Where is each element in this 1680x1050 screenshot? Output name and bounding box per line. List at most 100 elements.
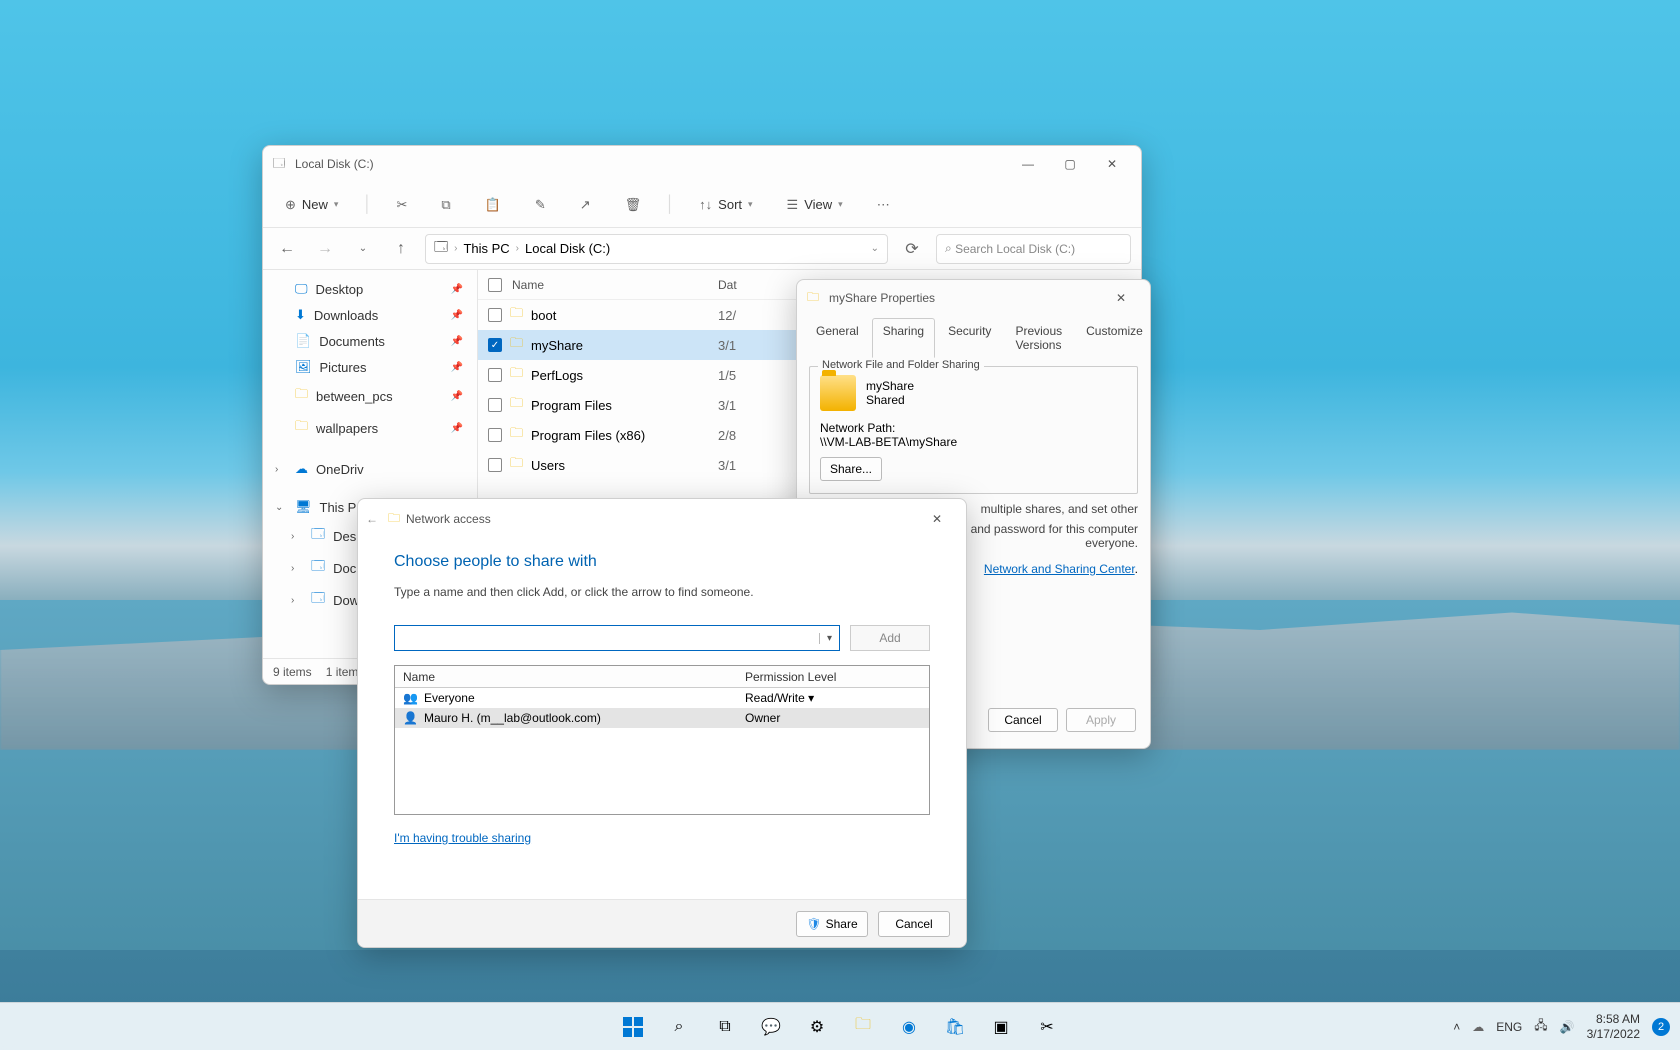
name-combobox[interactable]: ▾ <box>394 625 840 651</box>
windows-icon <box>623 1017 643 1037</box>
folder-icon: 🗔 <box>311 525 325 547</box>
cancel-button[interactable]: Cancel <box>878 911 950 937</box>
delete-button[interactable]: 🗑 <box>615 192 652 218</box>
share-status: Shared <box>866 393 914 407</box>
sidebar-item-downloads[interactable]: ⬇Downloads📌 <box>269 302 471 328</box>
pin-icon: 📌 <box>451 391 463 402</box>
pin-icon: 📌 <box>451 362 463 373</box>
taskbar-app-store[interactable]: 🛍 <box>935 1007 975 1047</box>
chevron-right-icon: › <box>454 243 457 254</box>
help-link[interactable]: I'm having trouble sharing <box>394 831 531 845</box>
more-button[interactable]: ⋯ <box>867 192 900 218</box>
breadcrumb-item[interactable]: This PC <box>463 241 509 256</box>
tab-sharing[interactable]: Sharing <box>872 318 935 358</box>
back-button[interactable]: ← <box>366 512 378 526</box>
row-checkbox[interactable]: ✓ <box>488 338 502 352</box>
pin-icon: 📌 <box>451 310 463 321</box>
tab-previous-versions[interactable]: Previous Versions <box>1004 318 1073 358</box>
row-checkbox[interactable] <box>488 458 502 472</box>
notification-badge[interactable]: 2 <box>1652 1018 1670 1036</box>
copy-button[interactable]: ⧉ <box>431 192 460 218</box>
chevron-right-icon: › <box>291 563 294 574</box>
folder-icon: 🗀 <box>510 364 523 386</box>
rename-button[interactable]: ✎ <box>525 192 556 218</box>
shield-icon: 🛡 <box>806 917 821 931</box>
chevron-down-icon[interactable]: ▾ <box>819 633 839 644</box>
taskbar-app-settings[interactable]: ⚙ <box>797 1007 837 1047</box>
row-checkbox[interactable] <box>488 398 502 412</box>
onedrive-icon[interactable]: ☁ <box>1472 1020 1484 1034</box>
cloud-icon: ☁ <box>295 461 308 477</box>
tab-security[interactable]: Security <box>937 318 1002 358</box>
list-row[interactable]: 👤Mauro H. (m__lab@outlook.com)Owner <box>395 708 929 728</box>
volume-icon[interactable]: 🔊 <box>1560 1020 1575 1034</box>
close-button[interactable]: ✕ <box>1100 283 1142 313</box>
refresh-button[interactable]: ⟳ <box>898 235 926 263</box>
network-icon[interactable]: 🖧 <box>1534 1016 1547 1037</box>
close-button[interactable]: ✕ <box>1091 149 1133 179</box>
search-button[interactable]: ⌕ <box>659 1007 699 1047</box>
sidebar-item-wallpapers[interactable]: 🗀wallpapers📌 <box>269 412 471 444</box>
minimize-button[interactable]: — <box>1007 149 1049 179</box>
tab-general[interactable]: General <box>805 318 870 358</box>
cancel-button[interactable]: Cancel <box>988 708 1058 732</box>
share-button[interactable]: 🛡Share <box>796 911 868 937</box>
close-button[interactable]: ✕ <box>916 504 958 534</box>
selected-count: 1 item <box>326 665 359 679</box>
row-checkbox[interactable] <box>488 308 502 322</box>
tray-chevron-icon[interactable]: ˄ <box>1453 1020 1460 1034</box>
share-button[interactable]: Share... <box>820 457 882 481</box>
new-button[interactable]: ⊕New▾ <box>275 192 348 218</box>
sidebar-item-between_pcs[interactable]: 🗀between_pcs📌 <box>269 380 471 412</box>
chevron-down-icon[interactable]: ⌄ <box>871 243 879 254</box>
taskbar-app-chat[interactable]: 💬 <box>751 1007 791 1047</box>
explorer-titlebar[interactable]: 🗔 Local Disk (C:) — ▢ ✕ <box>263 146 1141 182</box>
search-input[interactable]: ⌕ Search Local Disk (C:) <box>936 234 1131 264</box>
list-row[interactable]: 👥EveryoneRead/Write ▾ <box>395 688 929 708</box>
back-button[interactable]: ← <box>273 235 301 263</box>
sidebar-item-pictures[interactable]: 🖼Pictures📌 <box>269 354 471 380</box>
sharing-center-link[interactable]: Network and Sharing Center <box>984 562 1135 576</box>
start-button[interactable] <box>613 1007 653 1047</box>
taskbar-app-snip[interactable]: ✂ <box>1027 1007 1067 1047</box>
breadcrumb-item[interactable]: Local Disk (C:) <box>525 241 610 256</box>
dialog-subheading: Type a name and then click Add, or click… <box>394 585 930 599</box>
cut-button[interactable]: ✂ <box>386 192 417 218</box>
sidebar-item-onedrive[interactable]: ›☁OneDriv <box>269 456 471 482</box>
sidebar-item-desktop[interactable]: 🖵Desktop📌 <box>269 276 471 302</box>
recent-button[interactable]: ⌄ <box>349 235 377 263</box>
network-path-value: \\VM-LAB-BETA\myShare <box>820 435 1127 449</box>
row-checkbox[interactable] <box>488 368 502 382</box>
network-access-titlebar[interactable]: ← 🗀 Network access ✕ <box>358 499 966 539</box>
task-view-button[interactable]: ⧉ <box>705 1007 745 1047</box>
paste-button[interactable]: 📋 <box>475 192 511 218</box>
properties-titlebar[interactable]: 🗀 myShare Properties ✕ <box>797 280 1150 316</box>
select-all-checkbox[interactable] <box>488 278 502 292</box>
folder-icon: 🗀 <box>295 385 308 407</box>
sort-button[interactable]: ↑↓Sort▾ <box>689 192 762 217</box>
taskbar-app-edge[interactable]: ◉ <box>889 1007 929 1047</box>
maximize-button[interactable]: ▢ <box>1049 149 1091 179</box>
language-indicator[interactable]: ENG <box>1496 1020 1522 1034</box>
sidebar-item-documents[interactable]: 📄Documents📌 <box>269 328 471 354</box>
sort-icon: ↑↓ <box>699 197 712 212</box>
tab-customize[interactable]: Customize <box>1075 318 1154 358</box>
add-button[interactable]: Add <box>850 625 930 651</box>
clock[interactable]: 8:58 AM 3/17/2022 <box>1587 1012 1640 1041</box>
up-button[interactable]: ↑ <box>387 235 415 263</box>
folder-icon: 🗀 <box>510 304 523 326</box>
network-access-window: ← 🗀 Network access ✕ Choose people to sh… <box>357 498 967 948</box>
taskbar[interactable]: ⌕ ⧉ 💬 ⚙ 🗀 ◉ 🛍 ▣ ✂ ˄ ☁ ENG 🖧 🔊 8:58 AM 3/… <box>0 1002 1680 1050</box>
share-button[interactable]: ↗ <box>570 192 601 218</box>
breadcrumb[interactable]: 🗔 › This PC › Local Disk (C:) ⌄ <box>425 234 888 264</box>
system-tray[interactable]: ˄ ☁ ENG 🖧 🔊 8:58 AM 3/17/2022 2 <box>1453 1012 1670 1041</box>
taskbar-app-terminal[interactable]: ▣ <box>981 1007 1021 1047</box>
row-checkbox[interactable] <box>488 428 502 442</box>
desktop-icon: 🖵 <box>295 281 308 297</box>
view-button[interactable]: ☰View▾ <box>777 192 853 218</box>
window-title: Local Disk (C:) <box>295 157 374 171</box>
pin-icon: 📌 <box>451 336 463 347</box>
forward-button[interactable]: → <box>311 235 339 263</box>
taskbar-app-explorer[interactable]: 🗀 <box>843 1007 883 1047</box>
apply-button[interactable]: Apply <box>1066 708 1136 732</box>
